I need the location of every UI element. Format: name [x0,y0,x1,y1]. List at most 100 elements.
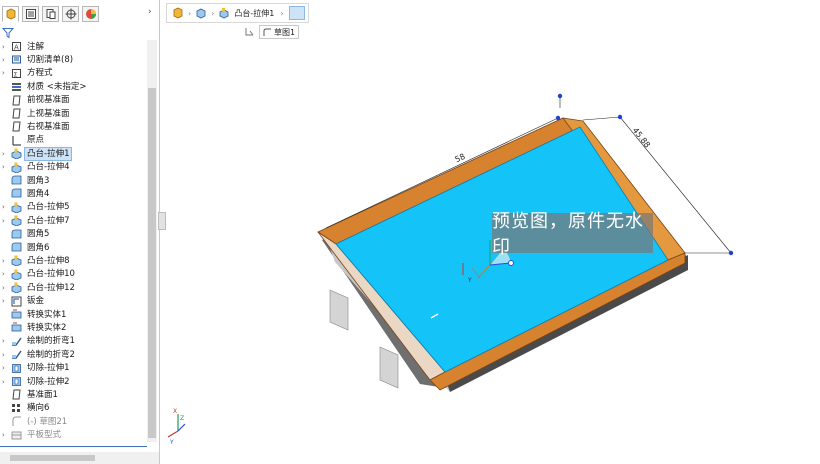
tree-item[interactable]: 前视基准面 [0,94,146,107]
tree-item[interactable]: 基准面1 [0,388,146,401]
dimension-handle[interactable] [555,115,561,121]
tree-item[interactable]: › 凸台-拉伸4 [0,161,146,174]
feature-manager-icon [6,8,15,20]
tree-item[interactable]: › 切除-拉伸1 [0,362,146,375]
tree-item[interactable]: 原点 [0,134,146,147]
expand-arrow-icon[interactable]: › [2,364,8,372]
tree-item[interactable]: › 凸台-拉伸12 [0,281,146,294]
tree-item[interactable]: 右视基准面 [0,120,146,133]
bend-icon [12,337,22,346]
filter-icon[interactable] [2,27,14,39]
tree-item-label: 圆角5 [27,229,50,240]
tree-item[interactable]: › 钣金 [0,295,146,308]
extrude-icon [11,202,22,213]
tree-hscroll-thumb[interactable] [10,455,95,461]
expand-arrow-icon[interactable]: › [2,431,8,439]
tree-item[interactable]: 圆角6 [0,241,146,254]
view-triad-z-label: Z [180,415,184,422]
tree-item-label: 原点 [27,135,45,146]
graphics-area[interactable]: 58 45.88 Y X Z Y 预览图，原件无水印 [162,0,820,464]
cut-icon [12,377,21,386]
tree-item[interactable]: › Σ 方程式 [0,67,146,80]
tree-item[interactable]: › 凸台-拉伸7 [0,214,146,227]
tree-item[interactable]: 圆角4 [0,187,146,200]
tree-item-label: 切割清单(8) [27,54,74,65]
sketch-icon [263,28,271,36]
tree-item-label: 圆角6 [27,242,50,253]
equation-icon: Σ [12,68,21,78]
view-triad-x [167,430,179,438]
sketch-icon [12,416,21,427]
tree-item[interactable]: 转换实体1 [0,308,146,321]
dimension-handle[interactable] [728,250,734,256]
expand-arrow-icon[interactable]: › [2,351,8,359]
breadcrumb-face-selection[interactable] [288,6,305,20]
tree-item[interactable]: (-) 草图21 [0,415,146,428]
material-icon [12,83,21,92]
chevron-right-icon[interactable]: › [148,7,152,17]
tree-item[interactable]: 圆角3 [0,174,146,187]
tree-item[interactable]: › 绘制的折弯1 [0,335,146,348]
view-triad-z [177,423,186,432]
bend-icon [12,350,22,359]
expand-arrow-icon[interactable]: › [2,150,8,158]
property-manager-icon [25,9,36,19]
tree-item[interactable]: 横向6 [0,402,146,415]
tree-item[interactable]: › 平板型式 [0,429,146,442]
origin-icon [12,135,21,146]
tree-item[interactable]: › 绘制的折弯2 [0,348,146,361]
display-manager-tab[interactable] [82,6,99,22]
expand-arrow-icon[interactable]: › [2,257,8,265]
plane-icon [12,108,21,119]
expand-arrow-icon[interactable]: › [2,297,8,305]
dimension-width-label[interactable]: 45.88 [631,126,652,150]
expand-arrow-icon[interactable]: › [2,270,8,278]
tree-scroll-thumb[interactable] [148,88,156,438]
triad-handle[interactable] [508,260,514,266]
extrude-icon[interactable] [218,7,230,19]
convert-icon [11,309,22,319]
rollback-bar[interactable] [0,446,147,447]
tree-item[interactable]: › A 注解 [0,40,146,53]
model-view[interactable]: 58 45.88 Y X Z Y [162,0,820,464]
tree-item-label: 凸台-拉伸5 [27,202,70,213]
expand-arrow-icon[interactable]: › [2,56,8,64]
plane-icon [12,389,21,400]
tree-item-label: 圆角3 [27,175,50,186]
sketch1-item[interactable]: 草图1 [259,25,300,39]
tree-item[interactable]: › 切除-拉伸2 [0,375,146,388]
bracket-left [329,289,349,331]
property-manager-tab[interactable] [22,6,39,22]
expand-arrow-icon[interactable]: › [2,69,8,77]
expand-arrow-icon[interactable]: › [2,217,8,225]
solid-body-icon[interactable] [195,7,207,19]
tree-item[interactable]: 上视基准面 [0,107,146,120]
part-icon[interactable] [172,7,184,19]
tree-item[interactable]: 圆角5 [0,228,146,241]
dimxpert-manager-tab[interactable] [62,6,79,22]
configuration-manager-icon [46,9,55,19]
tree-item-label: 平板型式 [27,430,62,441]
expand-arrow-icon[interactable]: › [2,378,8,386]
tree-item-label: 圆角4 [27,188,50,199]
tree-item[interactable]: › 切割清单(8) [0,53,146,66]
expand-arrow-icon[interactable]: › [2,43,8,51]
breadcrumb-feature-label[interactable]: 凸台-拉伸1 [234,8,274,19]
tree-item-label: 钣金 [27,296,45,307]
tree-item[interactable]: › 凸台-拉伸8 [0,254,146,267]
expand-arrow-icon[interactable]: › [2,337,8,345]
feature-manager-tab[interactable] [2,6,19,22]
dimension-handle[interactable] [557,93,563,99]
expand-arrow-icon[interactable]: › [2,284,8,292]
tree-item[interactable]: › 凸台-拉伸1 [0,146,146,161]
tree-item[interactable]: › 凸台-拉伸5 [0,201,146,214]
configuration-manager-tab[interactable] [42,6,59,22]
expand-arrow-icon[interactable]: › [2,203,8,211]
extrude-icon [11,215,22,227]
tree-item[interactable]: 材质 <未指定> [0,80,146,93]
flat-pattern-icon [11,431,22,440]
dimension-handle[interactable] [617,114,623,120]
tree-item[interactable]: 转换实体2 [0,321,146,334]
expand-arrow-icon[interactable]: › [2,163,8,171]
tree-item[interactable]: › 凸台-拉伸10 [0,268,146,281]
